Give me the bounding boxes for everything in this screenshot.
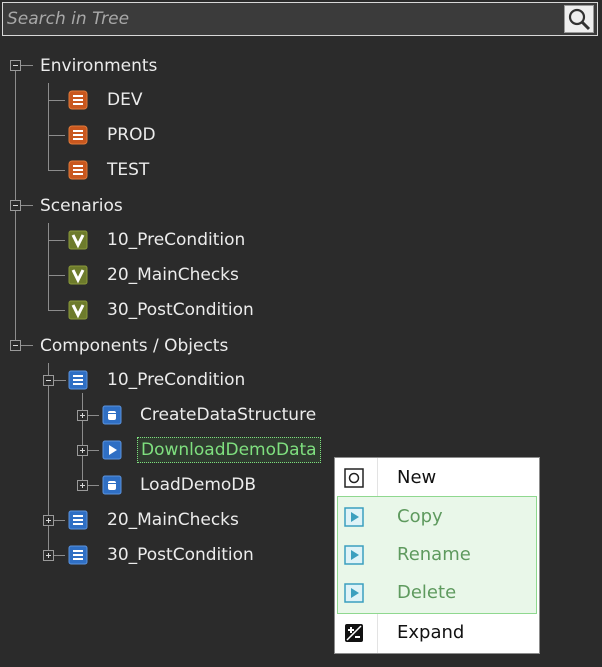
tree-node-scenario[interactable]: 10_PreCondition [107, 228, 245, 252]
play-square-icon [344, 583, 364, 603]
collapse-toggle[interactable] [43, 375, 54, 386]
list-doc-icon [68, 510, 88, 530]
cylinder-icon [102, 475, 122, 495]
list-doc-icon [68, 160, 88, 180]
tree-line [48, 275, 65, 276]
tree-node-scenario[interactable]: 20_MainChecks [107, 263, 239, 287]
expand-toggle[interactable] [77, 445, 88, 456]
menu-item-label: Copy [397, 506, 443, 527]
tree-node-component[interactable]: 10_PreCondition [107, 368, 245, 392]
collapse-toggle[interactable] [10, 60, 21, 71]
tree-line [48, 135, 65, 136]
tree-line [21, 345, 33, 346]
play-square-icon [344, 545, 364, 565]
tree-line [82, 393, 83, 486]
tree-line [48, 223, 49, 311]
play-arrow-icon [102, 440, 122, 460]
tree-line [48, 363, 49, 556]
menu-item-copy[interactable]: Copy [335, 498, 539, 536]
tree-node-environment[interactable]: TEST [107, 158, 149, 182]
tree-line [21, 205, 33, 206]
tree-node-components[interactable]: Components / Objects [40, 334, 228, 358]
context-menu: New Copy Rename Delete Expand [334, 457, 540, 654]
checkmark-v-icon [68, 265, 88, 285]
tree-line [54, 380, 66, 381]
plus-minus-icon [345, 624, 363, 642]
tree-line [15, 71, 16, 351]
expand-toggle[interactable] [43, 515, 54, 526]
tree-line [48, 240, 65, 241]
expand-toggle[interactable] [43, 550, 54, 561]
cylinder-icon [102, 405, 122, 425]
tree-node-object-selected[interactable]: DownloadDemoData [137, 437, 321, 463]
expand-toggle[interactable] [77, 480, 88, 491]
menu-item-label: Delete [397, 582, 457, 603]
expand-toggle[interactable] [77, 410, 88, 421]
menu-item-delete[interactable]: Delete [335, 574, 539, 612]
checkmark-v-icon [68, 300, 88, 320]
menu-item-rename[interactable]: Rename [335, 536, 539, 574]
list-doc-icon [68, 545, 88, 565]
menu-item-label: New [397, 467, 437, 488]
tree-node-component[interactable]: 20_MainChecks [107, 508, 239, 532]
tree-node-object[interactable]: CreateDataStructure [140, 403, 316, 427]
tree-node-environment[interactable]: PROD [107, 123, 156, 147]
tree-line [48, 170, 65, 171]
list-doc-icon [68, 125, 88, 145]
menu-item-new[interactable]: New [335, 459, 539, 497]
tree-node-scenarios[interactable]: Scenarios [40, 194, 123, 218]
tree-node-scenario[interactable]: 30_PostCondition [107, 298, 254, 322]
list-doc-icon [68, 90, 88, 110]
menu-item-label: Rename [397, 544, 471, 565]
play-square-icon [344, 507, 364, 527]
tree-line [48, 310, 65, 311]
tree-node-environments[interactable]: Environments [40, 54, 157, 78]
collapse-toggle[interactable] [10, 340, 21, 351]
tree-line [48, 100, 65, 101]
tree-node-environment[interactable]: DEV [107, 88, 142, 112]
tree-node-object[interactable]: LoadDemoDB [140, 473, 256, 497]
tree-node-component[interactable]: 30_PostCondition [107, 543, 254, 567]
list-doc-icon [68, 370, 88, 390]
tree-line [48, 83, 49, 171]
tree-line [21, 65, 33, 66]
collapse-toggle[interactable] [10, 200, 21, 211]
circle-in-square-icon [344, 468, 364, 488]
menu-item-label: Expand [397, 622, 465, 643]
menu-item-expand[interactable]: Expand [335, 614, 539, 652]
checkmark-v-icon [68, 230, 88, 250]
